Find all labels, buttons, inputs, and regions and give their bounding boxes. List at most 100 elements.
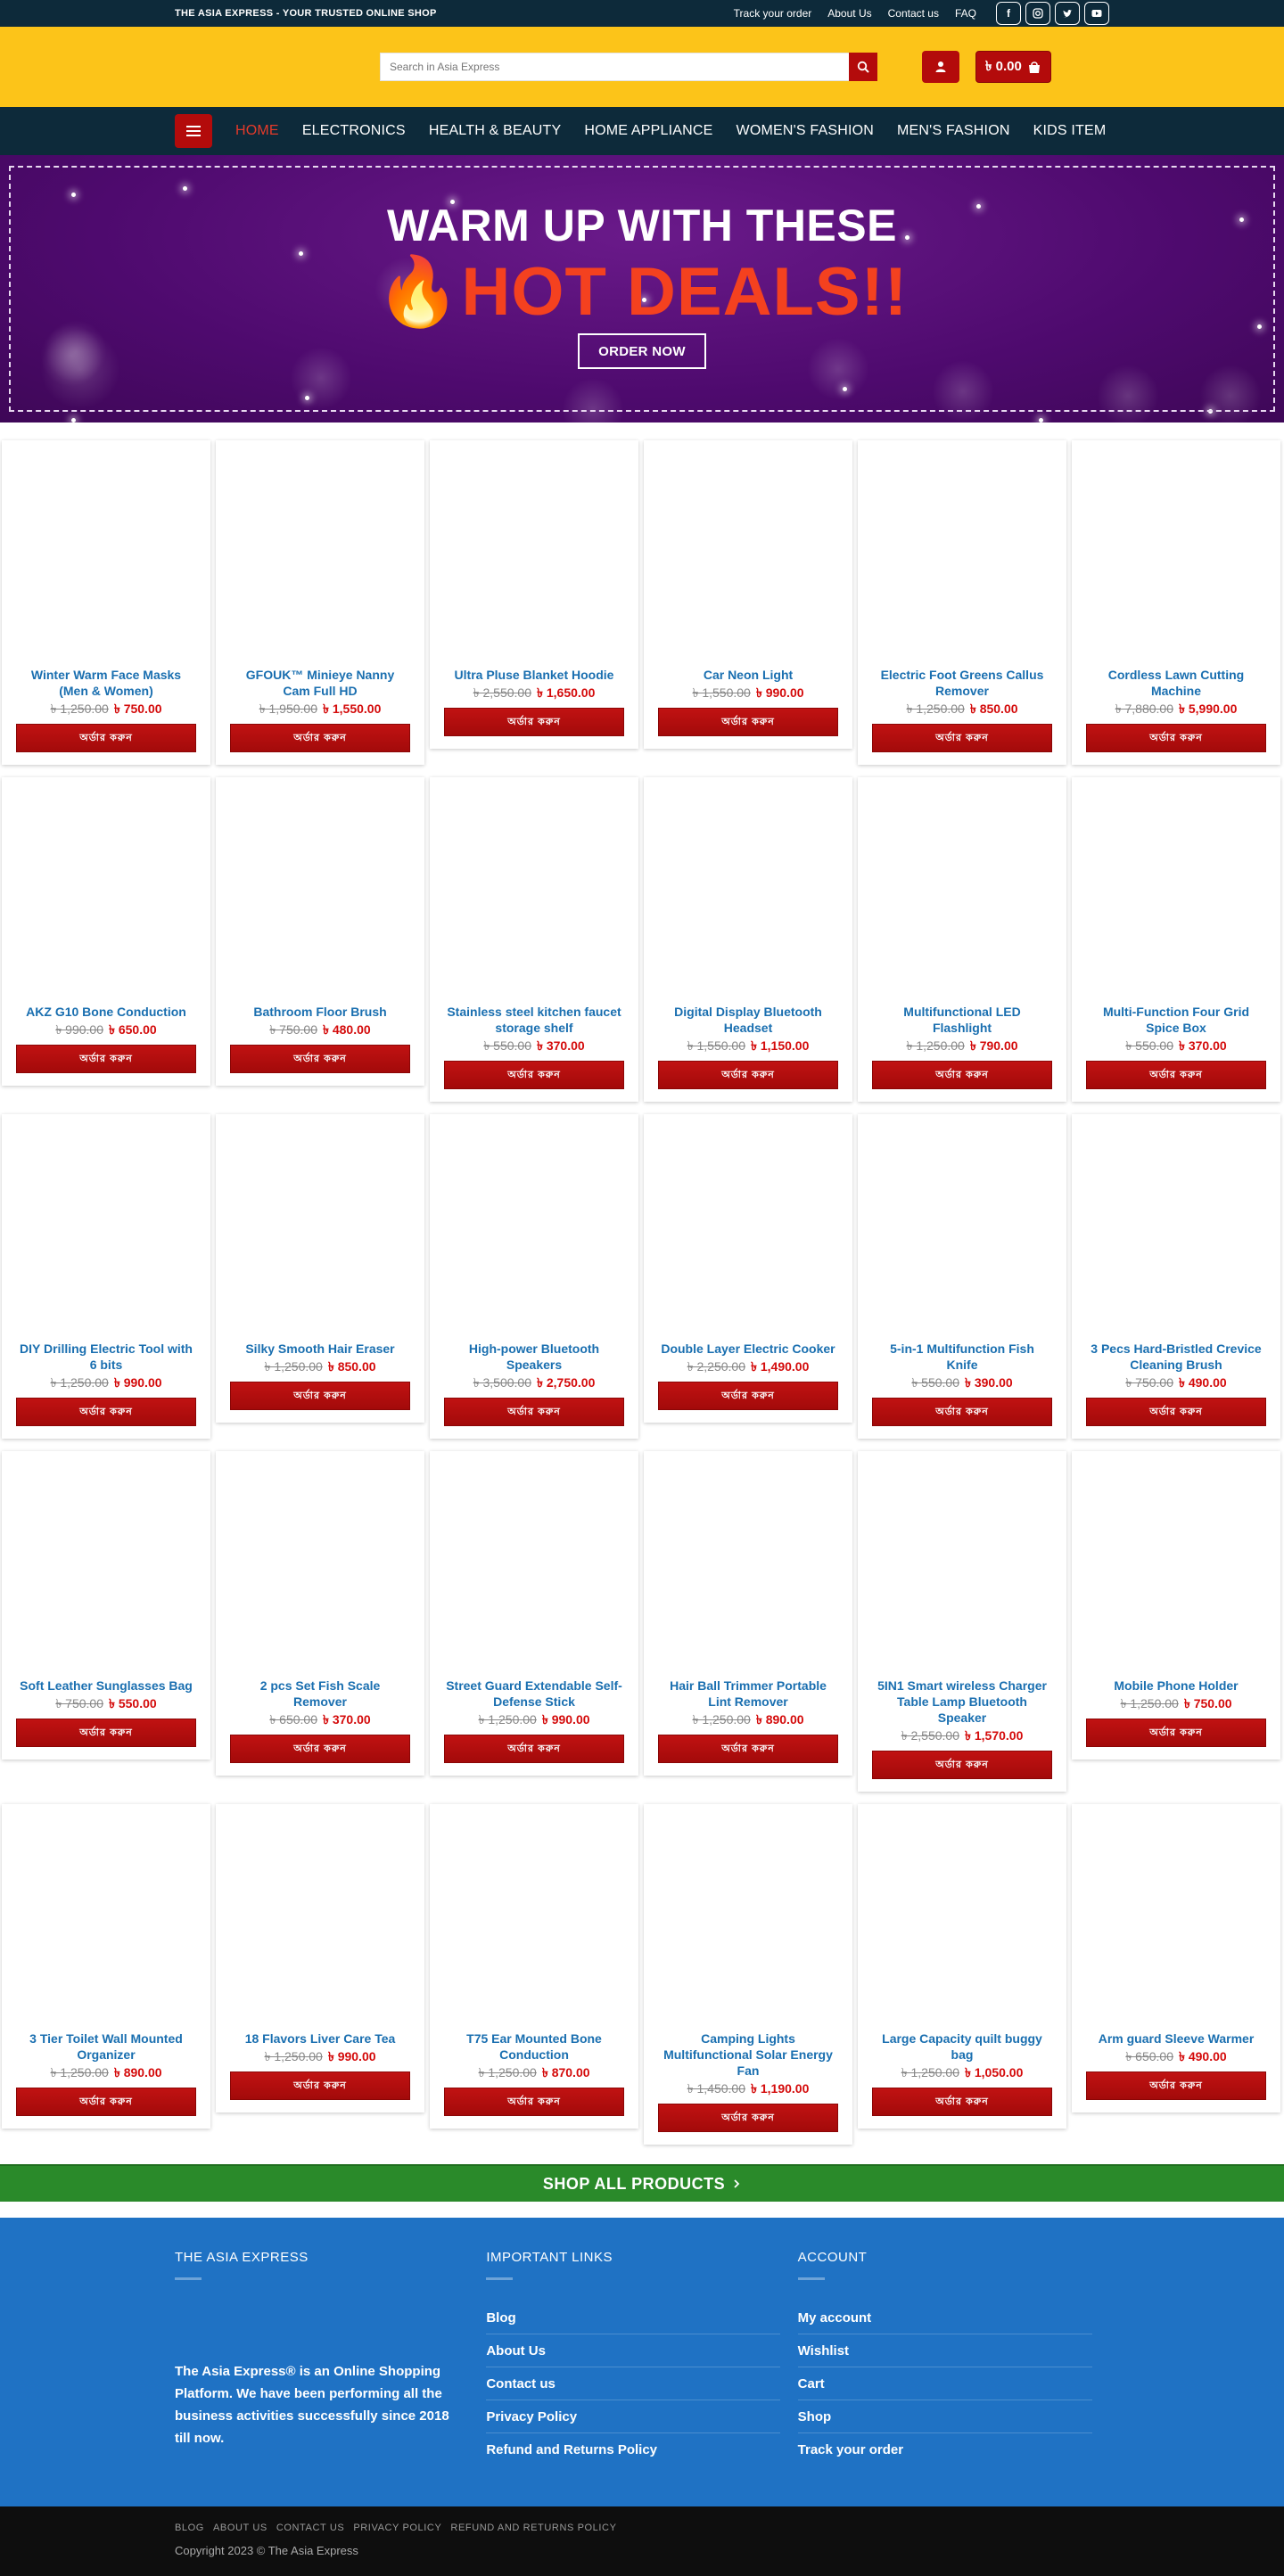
order-button[interactable]: অর্ডার করুন [1086, 1719, 1266, 1747]
product-card[interactable]: Bathroom Floor Brush ৳ 750.00 ৳ 480.00 অর্ড… [216, 777, 424, 1086]
product-card[interactable]: Car Neon Light ৳ 1,550.00 ৳ 990.00 অর্ডার ক… [644, 440, 852, 749]
product-image[interactable] [872, 1451, 1052, 1678]
shop-all-button[interactable]: SHOP ALL PRODUCTS [0, 2164, 1284, 2202]
product-image[interactable] [872, 440, 1052, 667]
nav-home-appliance[interactable]: HOME APPLIANCE [584, 123, 712, 139]
product-card[interactable]: Street Guard Extendable Self-Defense Sti… [430, 1451, 638, 1776]
product-name[interactable]: GFOUK™ Minieye Nanny Cam Full HD [230, 667, 410, 699]
footer-link-contact[interactable]: Contact us [486, 2367, 781, 2400]
track-order-link[interactable]: Track your order [734, 7, 812, 20]
order-button[interactable]: অর্ডার করুন [444, 708, 624, 736]
order-button[interactable]: অর্ডার করুন [1086, 1398, 1266, 1426]
product-card[interactable]: Cordless Lawn Cutting Machine ৳ 7,880.00 ৳… [1072, 440, 1280, 765]
order-button[interactable]: অর্ডার করুন [444, 1061, 624, 1089]
product-image[interactable] [230, 440, 410, 667]
product-card[interactable]: 5-in-1 Multifunction Fish Knife ৳ 550.00 ৳… [858, 1114, 1066, 1439]
product-name[interactable]: Camping Lights Multifunctional Solar Ene… [658, 2030, 838, 2079]
product-name[interactable]: T75 Ear Mounted Bone Conduction [444, 2030, 624, 2063]
product-image[interactable] [872, 777, 1052, 1004]
product-card[interactable]: Soft Leather Sunglasses Bag ৳ 750.00 ৳ 550… [2, 1451, 210, 1760]
product-name[interactable]: 5-in-1 Multifunction Fish Knife [872, 1341, 1052, 1373]
bottom-link-contact[interactable]: CONTACT US [276, 2523, 345, 2533]
order-button[interactable]: অর্ডার করুন [872, 1751, 1052, 1779]
product-name[interactable]: 18 Flavors Liver Care Tea [230, 2030, 410, 2047]
product-image[interactable] [16, 1114, 196, 1341]
product-name[interactable]: High-power Bluetooth Speakers [444, 1341, 624, 1373]
product-image[interactable] [1086, 1804, 1266, 2030]
product-image[interactable] [444, 1114, 624, 1341]
product-image[interactable] [444, 777, 624, 1004]
product-image[interactable] [658, 1804, 838, 2030]
order-button[interactable]: অর্ডার করুন [658, 1382, 838, 1410]
footer-link-blog[interactable]: Blog [486, 2301, 781, 2334]
product-card[interactable]: 5IN1 Smart wireless Charger Table Lamp B… [858, 1451, 1066, 1792]
search-button[interactable] [849, 53, 877, 81]
product-image[interactable] [658, 1451, 838, 1678]
product-name[interactable]: Hair Ball Trimmer Portable Lint Remover [658, 1678, 838, 1710]
product-card[interactable]: 3 Tier Toilet Wall Mounted Organizer ৳ 1,… [2, 1804, 210, 2129]
facebook-icon[interactable]: f [996, 2, 1021, 25]
product-name[interactable]: Bathroom Floor Brush [230, 1004, 410, 1020]
product-image[interactable] [16, 440, 196, 667]
cart-button[interactable]: ৳ 0.00 [975, 51, 1051, 83]
product-name[interactable]: Arm guard Sleeve Warmer [1086, 2030, 1266, 2047]
order-button[interactable]: অর্ডার করুন [872, 1061, 1052, 1089]
product-name[interactable]: 3 Pecs Hard-Bristled Crevice Cleaning Br… [1086, 1341, 1266, 1373]
order-button[interactable]: অর্ডার করুন [230, 724, 410, 752]
product-name[interactable]: Car Neon Light [658, 667, 838, 683]
order-button[interactable]: অর্ডার করুন [658, 2104, 838, 2132]
nav-mens-fashion[interactable]: MEN'S FASHION [897, 123, 1010, 139]
product-name[interactable]: AKZ G10 Bone Conduction [16, 1004, 196, 1020]
product-card[interactable]: Camping Lights Multifunctional Solar Ene… [644, 1804, 852, 2145]
product-image[interactable] [658, 777, 838, 1004]
search-input[interactable]: Search in Asia Express [381, 53, 849, 80]
product-name[interactable]: Electric Foot Greens Callus Remover [872, 667, 1052, 699]
product-image[interactable] [1086, 1451, 1266, 1678]
product-name[interactable]: Large Capacity quilt buggy bag [872, 2030, 1052, 2063]
footer-link-my-account[interactable]: My account [797, 2301, 1092, 2334]
product-card[interactable]: T75 Ear Mounted Bone Conduction ৳ 1,250.0… [430, 1804, 638, 2129]
product-name[interactable]: Mobile Phone Holder [1086, 1678, 1266, 1694]
order-button[interactable]: অর্ডার করুন [444, 1735, 624, 1763]
product-image[interactable] [444, 440, 624, 667]
order-now-button[interactable]: ORDER NOW [578, 333, 706, 369]
product-image[interactable] [872, 1114, 1052, 1341]
product-image[interactable] [658, 1114, 838, 1341]
product-card[interactable]: 2 pcs Set Fish Scale Remover ৳ 650.00 ৳ 37… [216, 1451, 424, 1776]
product-card[interactable]: Ultra Pluse Blanket Hoodie ৳ 2,550.00 ৳ 1,… [430, 440, 638, 749]
order-button[interactable]: অর্ডার করুন [16, 1719, 196, 1747]
twitter-icon[interactable] [1055, 2, 1080, 25]
order-button[interactable]: অর্ডার করুন [658, 708, 838, 736]
product-card[interactable]: Electric Foot Greens Callus Remover ৳ 1,2… [858, 440, 1066, 765]
product-card[interactable]: Digital Display Bluetooth Headset ৳ 1,550… [644, 777, 852, 1102]
order-button[interactable]: অর্ডার করুন [230, 1382, 410, 1410]
product-name[interactable]: Stainless steel kitchen faucet storage s… [444, 1004, 624, 1036]
product-name[interactable]: Winter Warm Face Masks (Men & Women) [16, 667, 196, 699]
bottom-link-blog[interactable]: BLOG [175, 2523, 204, 2533]
product-name[interactable]: Silky Smooth Hair Eraser [230, 1341, 410, 1357]
product-image[interactable] [16, 777, 196, 1004]
order-button[interactable]: অর্ডার করুন [872, 1398, 1052, 1426]
product-image[interactable] [230, 1114, 410, 1341]
faq-link[interactable]: FAQ [955, 7, 976, 20]
product-card[interactable]: Silky Smooth Hair Eraser ৳ 1,250.00 ৳ 850.… [216, 1114, 424, 1423]
nav-kids-item[interactable]: KIDS ITEM [1033, 123, 1107, 139]
product-card[interactable]: GFOUK™ Minieye Nanny Cam Full HD ৳ 1,950.… [216, 440, 424, 765]
product-card[interactable]: Mobile Phone Holder ৳ 1,250.00 ৳ 750.00 অর্… [1072, 1451, 1280, 1760]
product-image[interactable] [1086, 1114, 1266, 1341]
product-card[interactable]: Multifunctional LED Flashlight ৳ 1,250.00… [858, 777, 1066, 1102]
product-name[interactable]: Multifunctional LED Flashlight [872, 1004, 1052, 1036]
order-button[interactable]: অর্ডার করুন [230, 1735, 410, 1763]
product-card[interactable]: Multi-Function Four Grid Spice Box ৳ 550.… [1072, 777, 1280, 1102]
bottom-link-about[interactable]: ABOUT US [213, 2523, 268, 2533]
order-button[interactable]: অর্ডার করুন [16, 1398, 196, 1426]
product-card[interactable]: AKZ G10 Bone Conduction ৳ 990.00 ৳ 650.00 অ… [2, 777, 210, 1086]
product-card[interactable]: DIY Drilling Electric Tool with 6 bits ৳ … [2, 1114, 210, 1439]
hero-banner[interactable]: WARM UP WITH THESE 🔥HOT DEALS!! ORDER NO… [0, 155, 1284, 422]
product-name[interactable]: Soft Leather Sunglasses Bag [16, 1678, 196, 1694]
product-card[interactable]: Double Layer Electric Cooker ৳ 2,250.00 ৳ … [644, 1114, 852, 1423]
order-button[interactable]: অর্ডার করুন [1086, 2071, 1266, 2100]
product-name[interactable]: Ultra Pluse Blanket Hoodie [444, 667, 624, 683]
product-image[interactable] [444, 1804, 624, 2030]
product-name[interactable]: Street Guard Extendable Self-Defense Sti… [444, 1678, 624, 1710]
